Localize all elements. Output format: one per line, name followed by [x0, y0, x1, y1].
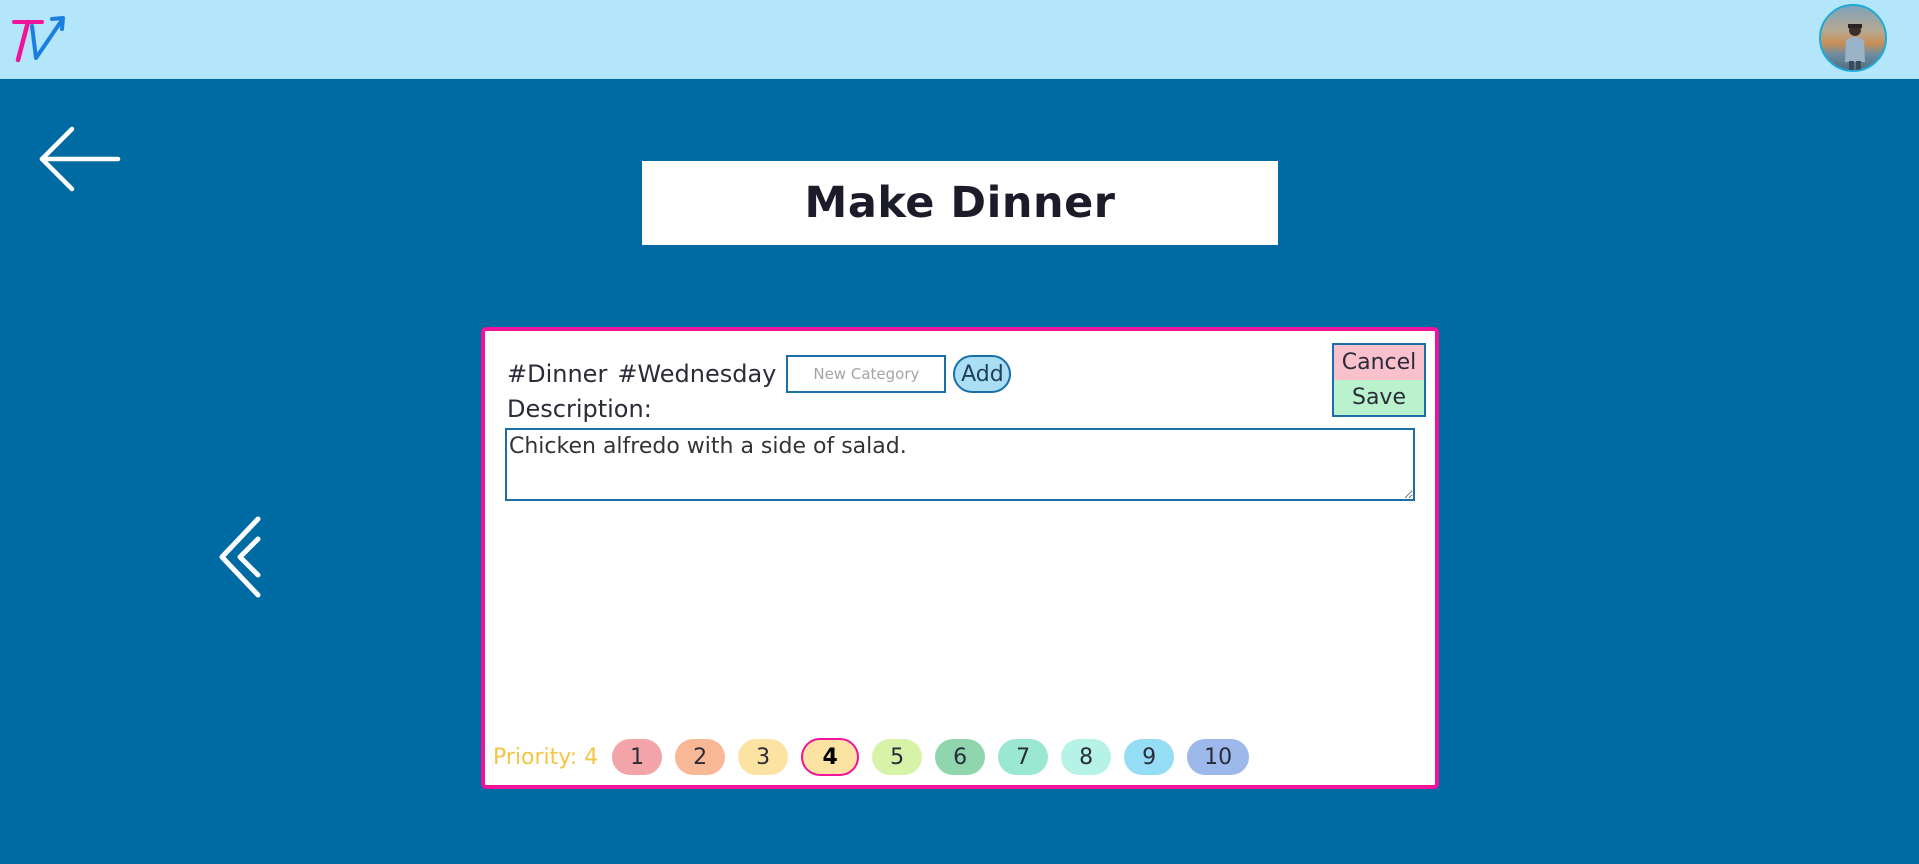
- double-chevron-left-icon[interactable]: [214, 515, 266, 599]
- person-silhouette-icon: [1845, 24, 1865, 70]
- save-button[interactable]: Save: [1334, 380, 1424, 415]
- tv-arrow-logo-icon[interactable]: [12, 14, 66, 64]
- priority-option-10[interactable]: 10: [1187, 739, 1250, 775]
- priority-option-3[interactable]: 3: [738, 739, 789, 775]
- priority-label: Priority: 4: [493, 744, 599, 770]
- top-bar: [0, 0, 1919, 79]
- tag-wednesday[interactable]: #Wednesday: [617, 360, 776, 388]
- tags-row: #Dinner #Wednesday Add: [507, 353, 1012, 395]
- description-label: Description:: [507, 395, 652, 423]
- priority-option-7[interactable]: 7: [998, 739, 1049, 775]
- action-buttons: Cancel Save: [1332, 343, 1426, 417]
- priority-option-1[interactable]: 1: [612, 739, 663, 775]
- priority-option-8[interactable]: 8: [1061, 739, 1112, 775]
- priority-options: 1 2 3 4 5 6 7 8 9 10: [612, 738, 1262, 776]
- add-category-button[interactable]: Add: [953, 355, 1012, 393]
- task-title-box: Make Dinner: [642, 161, 1278, 245]
- description-textarea[interactable]: [505, 428, 1415, 501]
- priority-option-5[interactable]: 5: [872, 739, 923, 775]
- priority-option-4[interactable]: 4: [801, 738, 860, 776]
- tag-dinner[interactable]: #Dinner: [507, 360, 607, 388]
- priority-row: Priority: 4 1 2 3 4 5 6 7 8 9 10: [493, 738, 1262, 776]
- cancel-button[interactable]: Cancel: [1334, 345, 1424, 380]
- back-arrow-icon[interactable]: [38, 126, 122, 192]
- user-avatar[interactable]: [1819, 4, 1887, 72]
- priority-option-9[interactable]: 9: [1124, 739, 1175, 775]
- priority-option-6[interactable]: 6: [935, 739, 986, 775]
- priority-option-2[interactable]: 2: [675, 739, 726, 775]
- new-category-input[interactable]: [786, 355, 947, 393]
- task-title: Make Dinner: [804, 178, 1116, 228]
- task-edit-card: #Dinner #Wednesday Add Description: Canc…: [481, 327, 1439, 789]
